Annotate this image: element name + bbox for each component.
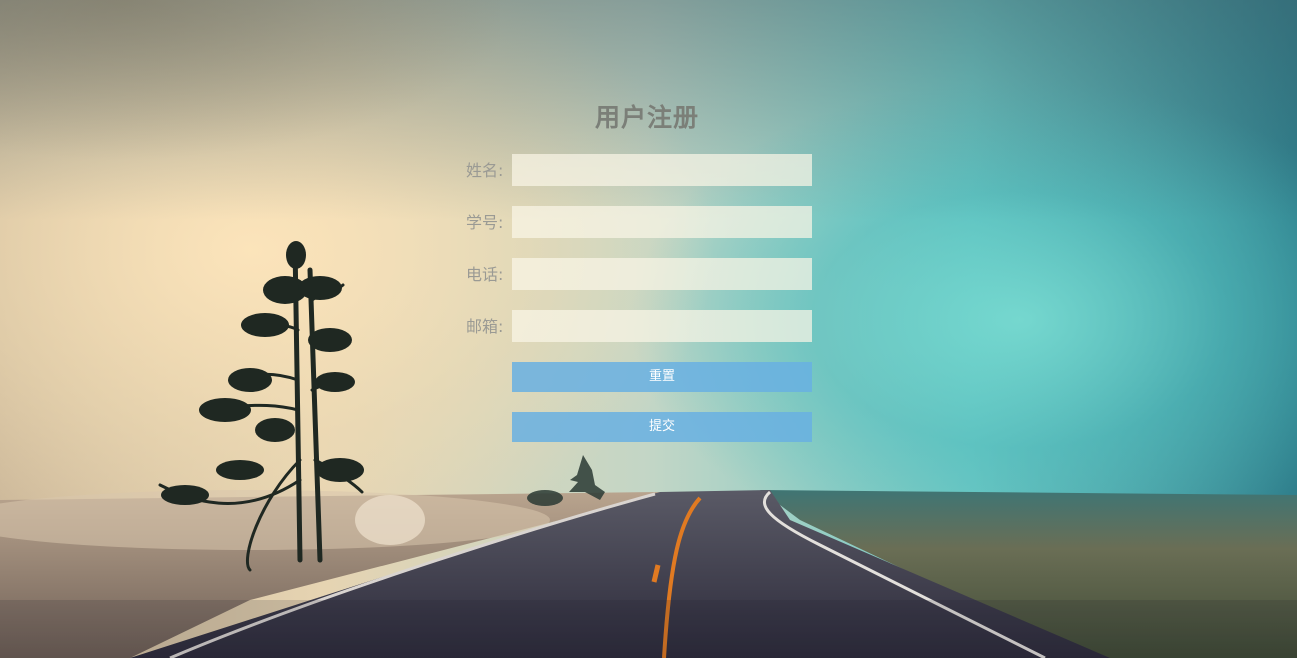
submit-button[interactable]: 提交 [512,412,812,442]
phone-row: 电话: [460,258,820,290]
phone-input[interactable] [512,258,812,290]
form-title: 用户注册 [594,103,699,132]
registration-page: 用户注册 姓名: 学号: 电话: 邮箱: 重置 提交 [0,0,1297,658]
steam [355,495,425,545]
email-label: 邮箱: [466,317,504,336]
student-id-row: 学号: [460,206,820,238]
student-id-input[interactable] [512,206,812,238]
name-label: 姓名: [466,161,504,180]
name-input[interactable] [512,154,812,186]
email-input[interactable] [512,310,812,342]
email-row: 邮箱: [460,310,820,342]
phone-label: 电话: [466,265,504,284]
reset-button[interactable]: 重置 [512,362,812,392]
name-row: 姓名: [460,154,820,186]
student-id-label: 学号: [466,213,504,232]
tree-foliage [161,241,364,505]
